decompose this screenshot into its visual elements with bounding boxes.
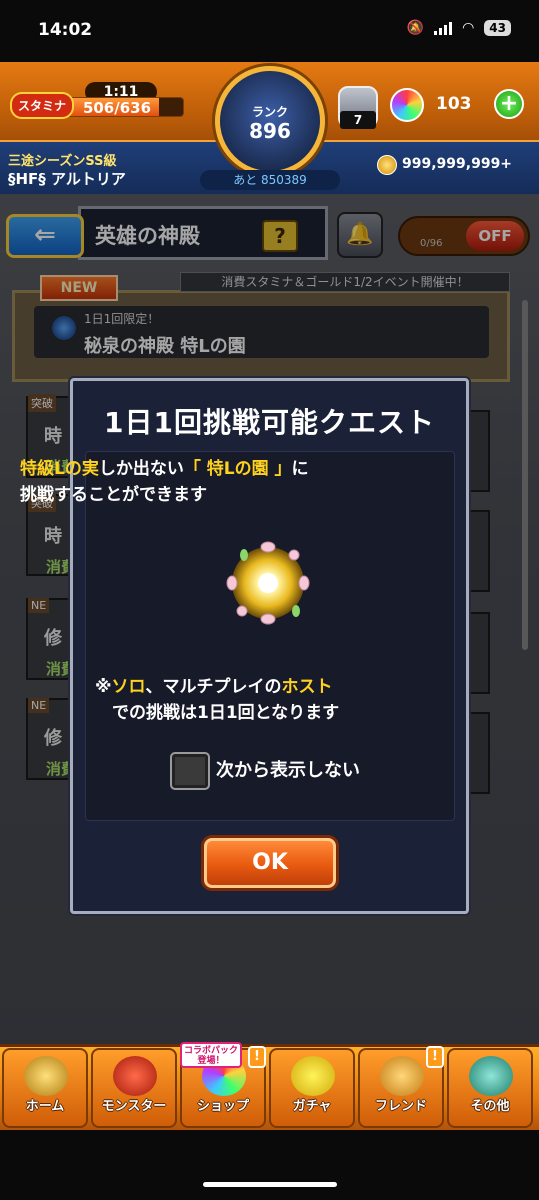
player-rank-title: 三途シーズンSS級: [8, 154, 117, 169]
friend-alert-icon: !: [426, 1046, 444, 1068]
collab-tag-line2: 登場！: [197, 1056, 225, 1066]
nav-monster[interactable]: モンスター: [91, 1048, 177, 1128]
gold-amount: 999,999,999+: [402, 156, 513, 172]
orb-icon: [390, 88, 424, 122]
status-bar: 14:02 🔕 ◠ 43: [0, 0, 539, 62]
friend-icon: [380, 1056, 424, 1096]
orb-count: 103: [436, 94, 472, 114]
note-prefix: ※: [95, 677, 112, 697]
nav-home[interactable]: ホーム: [2, 1048, 88, 1128]
clock: 14:02: [38, 20, 93, 40]
note-host: ホスト: [281, 677, 333, 697]
rank-next-exp: あと 850389: [200, 170, 340, 190]
wifi-icon: ◠: [462, 20, 475, 36]
rank-label: ランク: [251, 105, 288, 119]
player-name: §HF§ アルトリア: [8, 170, 126, 188]
dialog-title: 1日1回挑戦可能クエスト: [104, 406, 435, 439]
nav-gacha[interactable]: ガチャ: [269, 1048, 355, 1128]
dont-show-again-checkbox[interactable]: [170, 752, 210, 790]
home-icon: [24, 1056, 68, 1096]
buy-orb-button[interactable]: +: [494, 89, 524, 119]
gacha-icon: [291, 1056, 335, 1096]
item-count: 7: [340, 111, 376, 129]
note-mid: 、マルチプレイの: [145, 677, 282, 697]
rank-value: 896: [249, 119, 291, 143]
mute-icon: 🔕: [406, 20, 425, 36]
stamina-label: スタミナ: [10, 92, 75, 119]
system-bottom-bar: [0, 1130, 539, 1200]
nav-label: その他: [470, 1099, 510, 1114]
dialog-description: 特級Lの実しか出ない「 特Lの園 」に 挑戦することができます: [20, 456, 380, 508]
other-menu-icon: [469, 1056, 513, 1096]
note-solo: ソロ: [111, 677, 146, 697]
dialog-note-line-2: での挑戦は1日1回となります: [112, 703, 340, 723]
gold-coin-icon: [377, 155, 397, 175]
shop-alert-icon: !: [248, 1046, 266, 1068]
desc-text: しか出ない: [98, 459, 184, 479]
dialog-note: ※ソロ、マルチプレイのホスト: [95, 674, 435, 700]
quest-name-highlight: 「 特Lの園 」: [183, 459, 292, 479]
system-icons: 🔕 ◠ 43: [407, 20, 511, 36]
desc-text-end: に: [291, 459, 309, 479]
monster-icon: [113, 1056, 157, 1096]
ok-button[interactable]: OK: [204, 838, 336, 888]
desc-line-2: 挑戦することができます: [20, 485, 207, 505]
fruit-name: 特級Lの実: [20, 459, 99, 479]
collab-tag-line1: コラボパック: [183, 1046, 238, 1056]
rank-circle[interactable]: ランク 896: [215, 66, 325, 176]
stamina-value: 506/636: [82, 99, 152, 117]
nav-label: ショップ: [196, 1099, 249, 1114]
signal-icon: [434, 21, 453, 35]
special-fruit-icon: [226, 541, 310, 625]
nav-label: モンスター: [101, 1099, 167, 1114]
nav-other[interactable]: その他: [447, 1048, 533, 1128]
collab-pack-tag: コラボパック 登場！: [180, 1042, 242, 1068]
dont-show-again-label[interactable]: 次から表示しない: [216, 756, 360, 782]
nav-label: フレンド: [374, 1099, 427, 1114]
nav-label: ガチャ: [292, 1099, 332, 1114]
nav-label: ホーム: [25, 1099, 65, 1114]
battery-icon: 43: [484, 20, 511, 36]
home-indicator[interactable]: [203, 1182, 337, 1187]
